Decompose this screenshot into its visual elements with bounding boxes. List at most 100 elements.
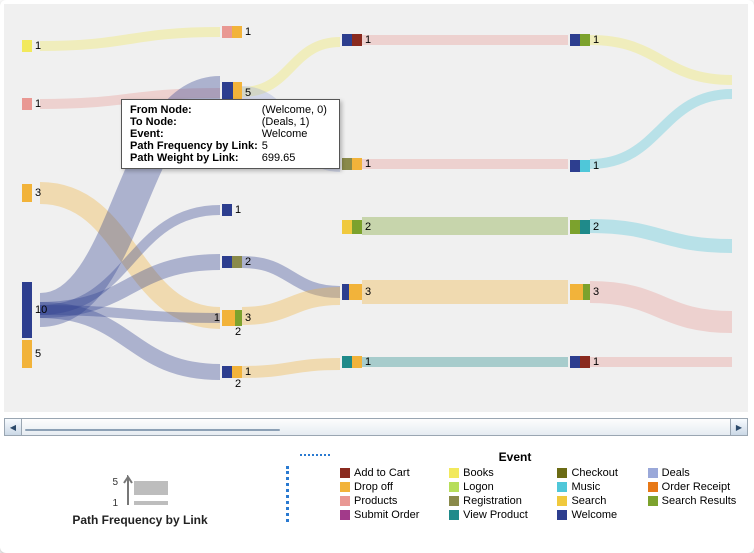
thickness-min: 1 (108, 498, 118, 509)
sankey-link[interactable] (242, 364, 340, 372)
thickness-icon (122, 475, 172, 509)
legend-label: Submit Order (354, 509, 419, 521)
legend-swatch (449, 510, 459, 520)
tooltip-from-label: From Node: (130, 104, 262, 116)
tooltip-from-value: (Welcome, 0) (262, 104, 331, 116)
tooltip-freq-value: 5 (262, 140, 331, 152)
legend-item[interactable]: Registration (449, 494, 545, 508)
node-value: 1 (365, 158, 371, 170)
node-value: 1 (35, 98, 41, 110)
node-value: 1 (245, 366, 251, 378)
event-legend-title: Event (340, 450, 690, 464)
legend-label: Order Receipt (662, 481, 730, 493)
legend-area: 5 1 Path Frequency by Link Event Add to … (0, 448, 754, 553)
legend-swatch (449, 496, 459, 506)
legend-item[interactable]: View Product (449, 508, 545, 522)
sankey-node[interactable]: 1 (342, 34, 371, 46)
sankey-node[interactable]: 1 (222, 26, 251, 38)
legend-item[interactable]: Order Receipt (648, 480, 754, 494)
legend-label: Drop off (354, 481, 393, 493)
node-value: 5 (245, 87, 251, 99)
sankey-node[interactable]: 1 (570, 34, 599, 46)
legend-swatch (648, 468, 658, 478)
sankey-node[interactable]: 2 (342, 220, 371, 234)
legend-label: Registration (463, 495, 522, 507)
legend-item[interactable]: Deals (648, 466, 754, 480)
node-value: 1 (365, 356, 371, 368)
tooltip-event-value: Welcome (262, 128, 331, 140)
legend-item[interactable]: Music (557, 480, 635, 494)
legend-item[interactable]: Logon (449, 480, 545, 494)
thickness-max: 5 (108, 477, 118, 488)
legend-item[interactable]: Welcome (557, 508, 635, 522)
node-value: 3 (35, 187, 41, 199)
sankey-chart[interactable]: 11310515412132121123111231 From Node:(We… (4, 4, 748, 412)
sankey-node[interactable]: 3 (22, 184, 41, 202)
legend-swatch (340, 496, 350, 506)
node-value: 1 (235, 204, 241, 216)
sankey-node[interactable]: 132 (222, 310, 251, 326)
sankey-node[interactable]: 2 (222, 256, 251, 268)
sankey-link[interactable] (590, 292, 732, 322)
legend-swatch (449, 468, 459, 478)
legend-item[interactable]: Search Results (648, 494, 754, 508)
sankey-link[interactable] (590, 94, 732, 164)
legend-item[interactable]: Books (449, 466, 545, 480)
sankey-node[interactable]: 1 (342, 356, 371, 368)
tooltip-weight-label: Path Weight by Link: (130, 152, 262, 164)
legend-swatch (340, 482, 350, 492)
legend-item[interactable]: Drop off (340, 480, 437, 494)
sankey-node[interactable]: 12 (222, 366, 251, 378)
scroll-right-arrow[interactable]: ▶ (730, 419, 747, 435)
legend-swatch (449, 482, 459, 492)
legend-item[interactable]: Products (340, 494, 437, 508)
sankey-link[interactable] (40, 32, 220, 46)
scroll-thumb[interactable] (25, 429, 280, 431)
legend-swatch (340, 510, 350, 520)
legend-label: Welcome (571, 509, 617, 521)
node-value: 1 (245, 26, 251, 38)
sankey-node[interactable]: 1 (22, 98, 41, 110)
legend-label: Deals (662, 467, 690, 479)
legend-label: Search (571, 495, 606, 507)
legend-label: Search Results (662, 495, 737, 507)
scroll-left-arrow[interactable]: ◀ (5, 419, 22, 435)
sankey-flows (4, 4, 748, 412)
legend-item[interactable]: Checkout (557, 466, 635, 480)
node-value: 1 (593, 34, 599, 46)
horizontal-scrollbar[interactable]: ◀ ▶ (4, 418, 748, 436)
node-value: 3 (365, 286, 371, 298)
sankey-link[interactable] (242, 42, 340, 92)
legend-swatch (557, 510, 567, 520)
sankey-link[interactable] (590, 226, 732, 246)
sankey-link[interactable] (242, 296, 340, 316)
sankey-node[interactable]: 1 (570, 160, 599, 172)
tooltip-freq-label: Path Frequency by Link: (130, 140, 262, 152)
node-value: 1 (593, 356, 599, 368)
legend-label: Logon (463, 481, 494, 493)
sankey-link[interactable] (242, 262, 340, 292)
legend-item[interactable]: Submit Order (340, 508, 437, 522)
node-value: 2 (245, 256, 251, 268)
legend-item[interactable]: Add to Cart (340, 466, 437, 480)
legend-swatch (648, 482, 658, 492)
tooltip-weight-value: 699.65 (262, 152, 331, 164)
sankey-node[interactable]: 10 (22, 282, 47, 338)
sankey-node[interactable]: 1 (342, 158, 371, 170)
legend-label: Products (354, 495, 397, 507)
thickness-title: Path Frequency by Link (72, 513, 207, 527)
sankey-node[interactable]: 1 (570, 356, 599, 368)
sankey-node[interactable]: 3 (570, 284, 599, 300)
sankey-node[interactable]: 1 (22, 40, 41, 52)
legend-swatch (340, 468, 350, 478)
legend-label: Checkout (571, 467, 617, 479)
sankey-node[interactable]: 5 (22, 340, 41, 368)
legend-item[interactable]: Search (557, 494, 635, 508)
event-legend: Event Add to Cart Books Checkout Deals Drop … (340, 448, 754, 553)
sankey-link[interactable] (590, 40, 732, 80)
sankey-node[interactable]: 3 (342, 284, 371, 300)
legend-swatch (557, 468, 567, 478)
node-value: 5 (35, 348, 41, 360)
sankey-node[interactable]: 1 (222, 204, 241, 216)
sankey-node[interactable]: 2 (570, 220, 599, 234)
